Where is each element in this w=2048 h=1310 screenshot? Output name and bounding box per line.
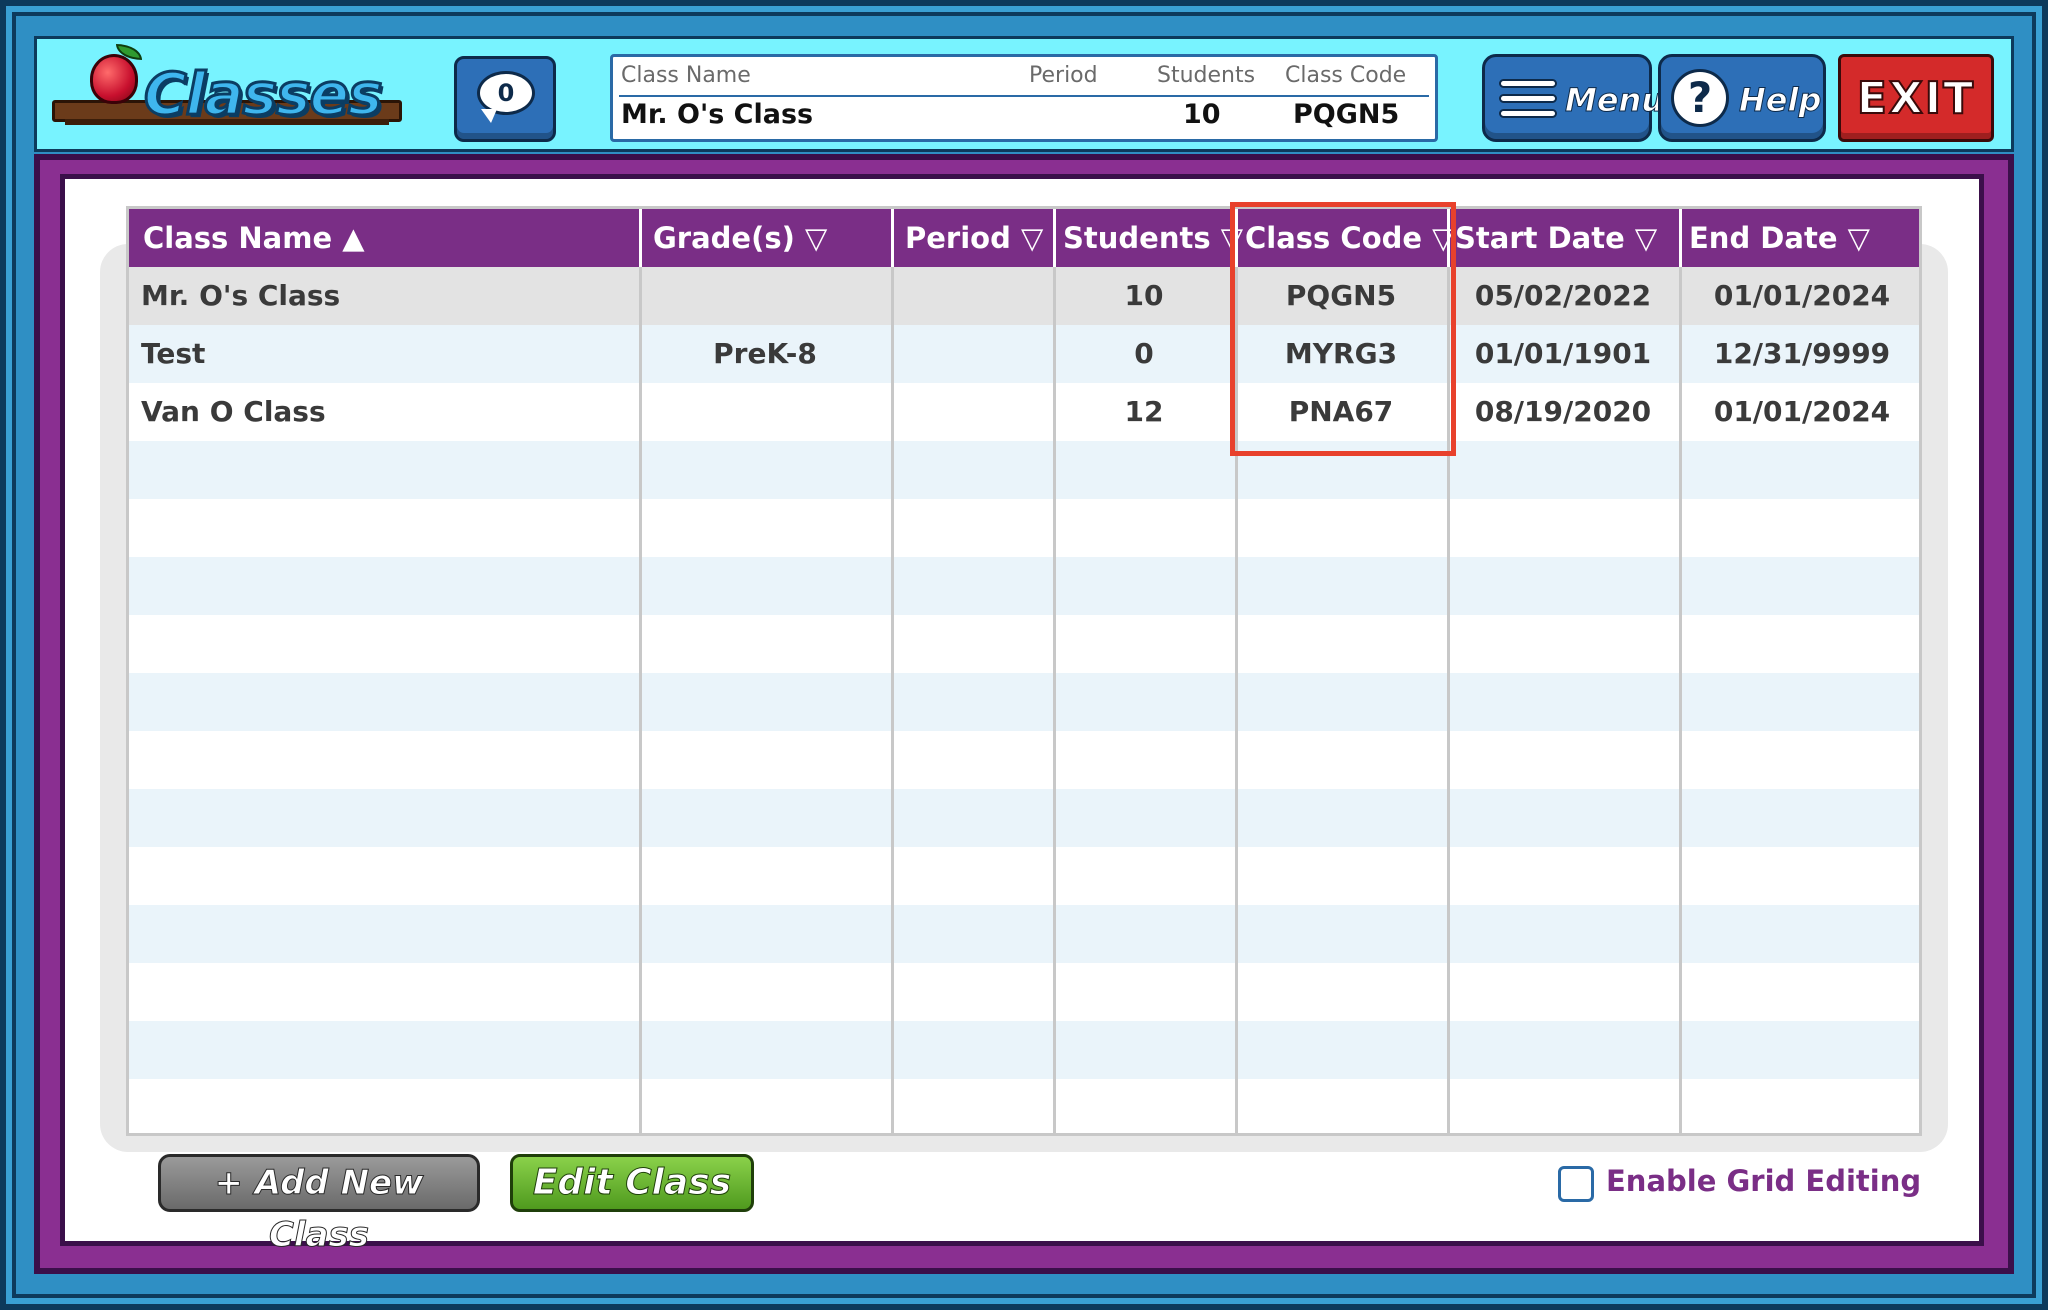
help-button[interactable]: ? Help [1658,54,1826,142]
enable-grid-editing-label[interactable]: Enable Grid Editing [1606,1164,1921,1198]
menu-label: Menu [1564,81,1665,120]
empty-row [129,1021,1919,1079]
column-divider [639,209,642,1136]
cell-students: 0 [1134,337,1154,370]
column-grades[interactable]: Grade(s) ▽ [639,209,891,267]
classes-grid: Class Name ▲ Grade(s) ▽ Period ▽ Student… [126,206,1922,1136]
header-divider [1053,209,1056,267]
chat-tail-icon [481,109,497,123]
empty-row [129,557,1919,615]
column-start-date[interactable]: Start Date ▽ [1447,209,1679,267]
table-row[interactable]: Van O Class 12 PNA67 08/19/2020 01/01/20… [129,383,1919,441]
header-divider [639,209,642,267]
info-divider [619,95,1429,97]
table-row[interactable]: Mr. O's Class 10 PQGN5 05/02/2022 01/01/… [129,267,1919,325]
cell-students: 10 [1124,279,1164,312]
column-period[interactable]: Period ▽ [891,209,1053,267]
cell-class-name: Mr. O's Class [141,279,341,312]
help-label: Help [1738,81,1822,120]
column-divider [1053,209,1056,1136]
exit-label: EXIT [1856,72,1976,125]
messages-button[interactable]: 0 [454,56,556,142]
cell-end-date: 12/31/9999 [1713,337,1891,370]
column-class-name[interactable]: Class Name ▲ [129,209,639,267]
empty-row [129,1079,1919,1133]
column-end-date[interactable]: End Date ▽ [1679,209,1925,267]
info-class-name-value: Mr. O's Class [621,99,814,130]
cell-end-date: 01/01/2024 [1713,279,1891,312]
empty-row [129,847,1919,905]
header-divider [891,209,894,267]
info-students-label: Students [1157,63,1256,88]
cell-start-date: 05/02/2022 [1474,279,1652,312]
logo-text: Classes [143,59,384,130]
empty-row [129,905,1919,963]
hamburger-icon [1499,79,1557,119]
grid-header: Class Name ▲ Grade(s) ▽ Period ▽ Student… [129,209,1919,267]
class-code-highlight [1230,202,1456,456]
apple-icon [90,54,138,104]
cell-grades [639,267,891,325]
empty-row [129,789,1919,847]
cell-start-date: 08/19/2020 [1474,395,1652,428]
cell-grades [639,383,891,441]
empty-row [129,673,1919,731]
question-icon: ? [1671,69,1729,127]
empty-row [129,963,1919,1021]
cell-class-name: Van O Class [141,395,326,428]
cell-students: 12 [1124,395,1164,428]
exit-button[interactable]: EXIT [1838,54,1994,142]
column-students[interactable]: Students ▽ [1053,209,1243,267]
cell-class-name: Test [141,337,206,370]
empty-row [129,731,1919,789]
cell-start-date: 01/01/1901 [1474,337,1652,370]
cell-end-date: 01/01/2024 [1713,395,1891,428]
info-students-value: 10 [1183,99,1221,130]
edit-class-button[interactable]: Edit Class [510,1154,754,1212]
info-class-name-label: Class Name [621,63,751,88]
info-class-code-value: PQGN5 [1293,99,1400,130]
info-class-code-label: Class Code [1285,63,1407,88]
column-divider [1679,209,1682,1136]
info-period-label: Period [1029,63,1098,88]
enable-grid-editing-checkbox[interactable] [1558,1166,1594,1202]
message-count: 0 [497,79,515,107]
classes-logo: Classes [52,44,404,144]
empty-row [129,615,1919,673]
add-new-class-button[interactable]: + Add New Class [158,1154,480,1256]
current-class-info: Class Name Period Students Class Code Mr… [610,54,1438,142]
column-divider [891,209,894,1136]
header-divider [1679,209,1682,267]
menu-button[interactable]: Menu [1482,54,1665,142]
table-row[interactable]: Test PreK-8 0 MYRG3 01/01/1901 12/31/999… [129,325,1919,383]
empty-row [129,441,1919,499]
cell-grades: PreK-8 [713,337,817,370]
grid-bottom-divider [129,1133,1919,1136]
empty-row [129,499,1919,557]
